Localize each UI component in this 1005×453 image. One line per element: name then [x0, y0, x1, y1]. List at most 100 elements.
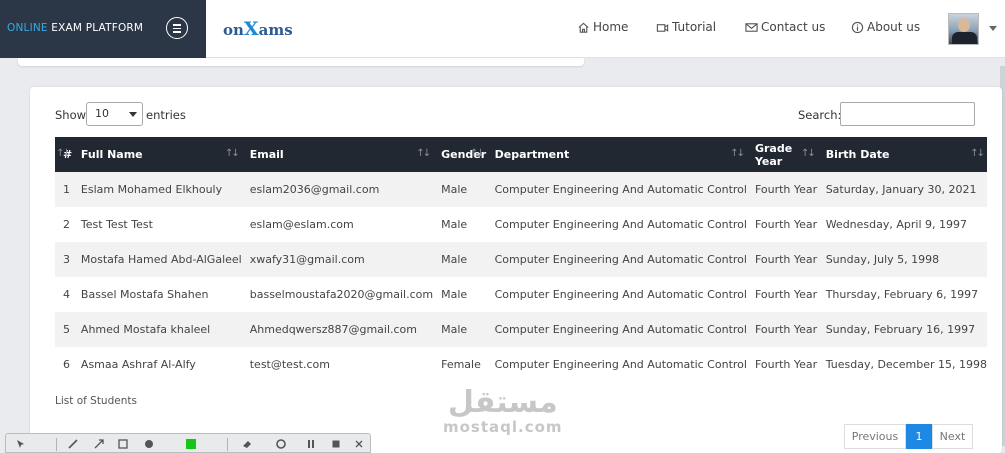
- mostaql-watermark: مستقل mostaql.com: [443, 385, 563, 437]
- cell-grade-year: Fourth Year: [754, 183, 818, 196]
- cell-full-name: Mostafa Hamed Abd-AlGaleel: [80, 253, 242, 266]
- cell-department: Computer Engineering And Automatic Contr…: [494, 218, 747, 231]
- students-table: # ↑↓ Full Name ↑↓ Email ↑↓ Gender ↑↓ Departm…: [55, 137, 987, 382]
- user-dropdown-caret-icon[interactable]: [989, 26, 997, 31]
- column-header-index[interactable]: # ↑↓: [55, 137, 73, 172]
- brand-panel: ONLINE EXAM PLATFORM: [0, 0, 206, 58]
- search-label: Search:: [798, 108, 842, 122]
- rectangle-icon[interactable]: [118, 439, 128, 449]
- close-icon[interactable]: [354, 439, 364, 449]
- nav-tutorial[interactable]: Tutorial: [656, 20, 716, 34]
- toolbar-divider: [227, 438, 228, 451]
- search-input[interactable]: [840, 102, 975, 126]
- cell-grade-year: Fourth Year: [754, 358, 818, 371]
- cell-full-name: Ahmed Mostafa khaleel: [80, 323, 211, 336]
- table-row[interactable]: 2 Test Test Test eslam@eslam.com Male Co…: [55, 207, 987, 242]
- nav-home[interactable]: Home: [577, 20, 628, 34]
- page-1-button[interactable]: 1: [906, 424, 932, 449]
- stop-icon[interactable]: [331, 439, 341, 449]
- menu-line: [172, 27, 181, 29]
- cell-gender: Male: [441, 288, 468, 301]
- color-swatch-green[interactable]: [186, 439, 196, 449]
- column-header-full-name[interactable]: Full Name ↑↓: [73, 137, 242, 172]
- cell-email: xwafy31@gmail.com: [249, 253, 365, 266]
- pen-icon[interactable]: [68, 439, 78, 449]
- table-row[interactable]: 3 Mostafa Hamed Abd-AlGaleel xwafy31@gma…: [55, 242, 987, 277]
- cell-index: 1: [63, 183, 70, 196]
- pagination: Previous 1 Next: [844, 424, 973, 449]
- brand-title: ONLINE EXAM PLATFORM: [7, 22, 144, 34]
- cell-birth-date: Saturday, January 30, 2021: [825, 183, 977, 196]
- pause-icon[interactable]: [306, 439, 316, 449]
- cell-birth-date: Tuesday, December 15, 1998: [825, 358, 987, 371]
- cell-gender: Male: [441, 323, 468, 336]
- column-header-gender[interactable]: Gender ↑↓: [433, 137, 487, 172]
- envelope-icon: [745, 22, 758, 32]
- next-page-button[interactable]: Next: [932, 424, 973, 449]
- cell-grade-year: Fourth Year: [754, 288, 818, 301]
- cell-full-name: Bassel Mostafa Shahen: [80, 288, 209, 301]
- sort-icon: ↑↓: [800, 148, 816, 159]
- video-icon: [656, 23, 669, 32]
- sort-icon: ↑↓: [56, 148, 71, 159]
- hamburger-menu-button[interactable]: [166, 17, 188, 39]
- home-icon: [578, 22, 589, 33]
- sort-icon: ↑↓: [730, 148, 745, 159]
- cell-birth-date: Thursday, February 6, 1997: [825, 288, 979, 301]
- cell-email: eslam@eslam.com: [249, 218, 354, 231]
- cell-gender: Male: [441, 253, 468, 266]
- column-header-grade-year[interactable]: Grade Year ↑↓: [747, 137, 818, 172]
- menu-line: [172, 24, 181, 26]
- cell-department: Computer Engineering And Automatic Contr…: [494, 183, 747, 196]
- arrow-icon[interactable]: [94, 439, 104, 449]
- cell-gender: Female: [441, 358, 481, 371]
- cell-email: test@test.com: [249, 358, 330, 371]
- info-icon: [851, 21, 864, 33]
- table-caption: List of Students: [55, 395, 137, 407]
- annotation-toolbar: [5, 433, 371, 453]
- cell-index: 5: [63, 323, 70, 336]
- menu-line: [172, 31, 181, 33]
- marker-icon[interactable]: [144, 439, 154, 449]
- cell-birth-date: Sunday, February 16, 1997: [825, 323, 976, 336]
- show-label: Show: [55, 108, 87, 122]
- cell-email: Ahmedqwersz887@gmail.com: [249, 323, 418, 336]
- cell-email: eslam2036@gmail.com: [249, 183, 380, 196]
- sort-icon: ↑↓: [469, 148, 485, 159]
- cell-department: Computer Engineering And Automatic Contr…: [494, 323, 747, 336]
- cell-grade-year: Fourth Year: [754, 323, 818, 336]
- cell-full-name: Asmaa Ashraf Al-Alfy: [80, 358, 196, 371]
- nav-about[interactable]: About us: [851, 20, 920, 34]
- chevron-down-icon: [129, 112, 137, 117]
- table-row[interactable]: 6 Asmaa Ashraf Al-Alfy test@test.com Fem…: [55, 347, 987, 382]
- column-header-email[interactable]: Email ↑↓: [242, 137, 433, 172]
- table-row[interactable]: 1 Eslam Mohamed Elkhouly eslam2036@gmail…: [55, 172, 987, 207]
- column-header-birth-date[interactable]: Birth Date ↑↓: [818, 137, 987, 172]
- avatar-body: [952, 32, 977, 44]
- cell-email: basselmoustafa2020@gmail.com: [249, 288, 434, 301]
- cell-birth-date: Sunday, July 5, 1998: [825, 253, 940, 266]
- entries-per-page-select[interactable]: 10: [86, 102, 143, 126]
- cell-department: Computer Engineering And Automatic Contr…: [494, 358, 747, 371]
- previous-page-button[interactable]: Previous: [844, 424, 906, 449]
- toolbar-divider: [56, 438, 57, 451]
- upper-panel-edge: [18, 58, 584, 66]
- sort-icon: ↑↓: [970, 148, 985, 159]
- cell-birth-date: Wednesday, April 9, 1997: [825, 218, 968, 231]
- stamp-icon[interactable]: [276, 439, 286, 449]
- column-header-department[interactable]: Department ↑↓: [487, 137, 747, 172]
- cell-grade-year: Fourth Year: [754, 253, 818, 266]
- nav-contact[interactable]: Contact us: [745, 20, 825, 34]
- top-navbar: ONLINE EXAM PLATFORM onXams Home Tutoria…: [0, 0, 1005, 58]
- sort-icon: ↑↓: [416, 148, 431, 159]
- cell-department: Computer Engineering And Automatic Contr…: [494, 253, 747, 266]
- table-row[interactable]: 4 Bassel Mostafa Shahen basselmoustafa20…: [55, 277, 987, 312]
- cursor-icon[interactable]: [16, 439, 26, 449]
- cell-department: Computer Engineering And Automatic Contr…: [494, 288, 747, 301]
- user-avatar[interactable]: [948, 13, 979, 45]
- sort-icon: ↑↓: [224, 148, 240, 159]
- table-row[interactable]: 5 Ahmed Mostafa khaleel Ahmedqwersz887@g…: [55, 312, 987, 347]
- eraser-icon[interactable]: [242, 439, 252, 449]
- table-header-row: # ↑↓ Full Name ↑↓ Email ↑↓ Gender ↑↓ Departm…: [55, 137, 987, 172]
- onxams-logo[interactable]: onXams: [223, 18, 293, 40]
